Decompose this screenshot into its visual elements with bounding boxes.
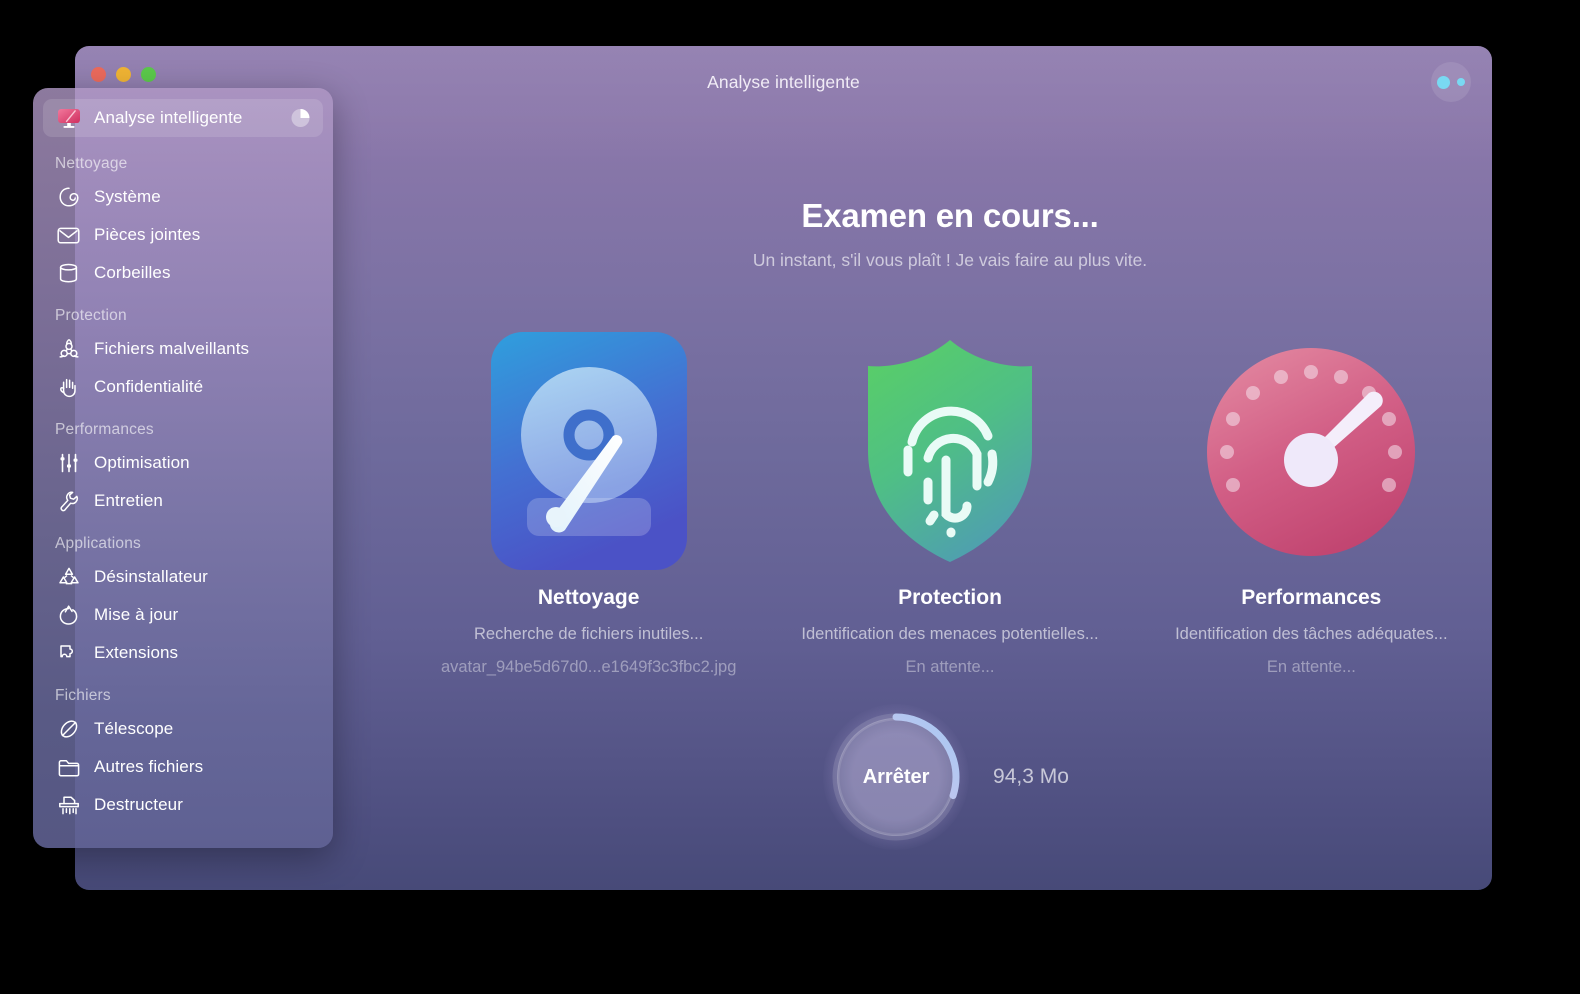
hard-drive-icon [489, 326, 689, 576]
privacy-hand-icon [55, 375, 82, 399]
card-status: Identification des menaces potentielles.… [801, 625, 1099, 643]
updater-refresh-icon [55, 603, 82, 627]
sidebar-item-destructeur[interactable]: Destructeur [43, 786, 323, 824]
biohazard-malware-icon [55, 337, 82, 361]
sidebar-item-label: Entretien [94, 491, 163, 510]
system-junk-icon [55, 185, 82, 209]
sidebar-group-title-fichiers: Fichiers [55, 687, 111, 704]
page-title: Examen en cours... [801, 197, 1099, 234]
folder-other-files-icon [55, 755, 82, 779]
sidebar-item-label: Destructeur [94, 795, 183, 814]
menu-dot-large [1437, 75, 1450, 89]
shield-fingerprint-icon [850, 326, 1050, 576]
sidebar-item-label: Désinstallateur [94, 567, 208, 586]
speedometer-gauge-icon [1203, 326, 1419, 576]
shredder-icon [55, 793, 82, 817]
wrench-maintenance-icon [55, 489, 82, 513]
sidebar-group-title-protection: Protection [55, 307, 127, 324]
screen: Analyse intelligente Examen en cours... … [0, 0, 1580, 994]
pie-progress-icon [291, 109, 310, 128]
sliders-optimization-icon [55, 451, 82, 475]
scan-card-performances: Performances Identification des tâches a… [1131, 326, 1492, 677]
card-detail: En attente... [1266, 658, 1356, 677]
sidebar-group-title-applications: Applications [55, 535, 141, 552]
card-title: Performances [1241, 586, 1382, 609]
puzzle-extensions-icon [55, 641, 82, 665]
scan-card-protection: Protection Identification des menaces po… [769, 326, 1130, 677]
sidebar-item-pieces-jointes[interactable]: Pièces jointes [43, 216, 323, 254]
sidebar-item-label: Analyse intelligente [94, 108, 243, 127]
sidebar-item-label: Corbeilles [94, 263, 171, 282]
page-subtitle: Un instant, s'il vous plaît ! Je vais fa… [752, 250, 1148, 270]
sidebar-item-autres-fichiers[interactable]: Autres fichiers [43, 748, 323, 786]
sidebar-item-label: Système [94, 187, 161, 206]
sidebar-item-entretien[interactable]: Entretien [43, 482, 323, 520]
stop-button[interactable]: Arrêter [837, 718, 956, 836]
card-detail: En attente... [905, 658, 995, 677]
sidebar-item-label: Fichiers malveillants [94, 339, 250, 358]
sidebar-item-label: Pièces jointes [94, 225, 201, 244]
mail-attachments-icon [55, 223, 82, 247]
sidebar-item-label: Confidentialité [94, 377, 204, 396]
trash-bins-icon [55, 261, 82, 285]
scanned-size-label: 94,3 Mo [993, 765, 1069, 788]
sidebar: Analyse intelligente Nettoyage Système P… [33, 88, 333, 848]
sidebar-item-systeme[interactable]: Système [43, 178, 323, 216]
stop-button-wrapper: Arrêter [823, 704, 970, 850]
smart-scan-monitor-icon [55, 106, 82, 130]
sidebar-item-label: Optimisation [94, 453, 190, 472]
sidebar-item-optimisation[interactable]: Optimisation [43, 444, 323, 482]
sidebar-item-analyse-intelligente[interactable]: Analyse intelligente [43, 99, 323, 137]
sidebar-group-title-nettoyage: Nettoyage [55, 155, 128, 172]
card-status: Identification des tâches adéquates... [1175, 625, 1448, 643]
sidebar-group-title-performances: Performances [55, 421, 154, 438]
scan-cards: Nettoyage Recherche de fichiers inutiles… [408, 326, 1492, 677]
sidebar-item-label: Autres fichiers [94, 757, 204, 776]
uninstaller-icon [55, 565, 82, 589]
scan-card-nettoyage: Nettoyage Recherche de fichiers inutiles… [408, 326, 769, 677]
menu-dot-small [1457, 78, 1465, 86]
main-content: Examen en cours... Un instant, s'il vous… [408, 118, 1492, 890]
two-dots-icon[interactable] [1431, 62, 1471, 102]
sidebar-item-label: Mise à jour [94, 605, 179, 624]
sidebar-item-telescope[interactable]: Télescope [43, 710, 323, 748]
card-title: Protection [898, 586, 1002, 609]
sidebar-item-mise-a-jour[interactable]: Mise à jour [43, 596, 323, 634]
card-title: Nettoyage [537, 586, 640, 609]
sidebar-item-corbeilles[interactable]: Corbeilles [43, 254, 323, 292]
sidebar-item-desinstallateur[interactable]: Désinstallateur [43, 558, 323, 596]
card-status: Recherche de fichiers inutiles... [474, 625, 704, 643]
sidebar-item-extensions[interactable]: Extensions [43, 634, 323, 672]
sidebar-item-confidentialite[interactable]: Confidentialité [43, 368, 323, 406]
sidebar-item-label: Extensions [94, 643, 179, 662]
sidebar-item-label: Télescope [94, 719, 174, 738]
card-detail: avatar_94be5d67d0...e1649f3c3fbc2.jpg [440, 658, 737, 677]
sidebar-item-fichiers-malveillants[interactable]: Fichiers malveillants [43, 330, 323, 368]
space-lens-telescope-icon [55, 717, 82, 741]
scan-controls: Arrêter 94,3 Mo [408, 704, 1492, 850]
